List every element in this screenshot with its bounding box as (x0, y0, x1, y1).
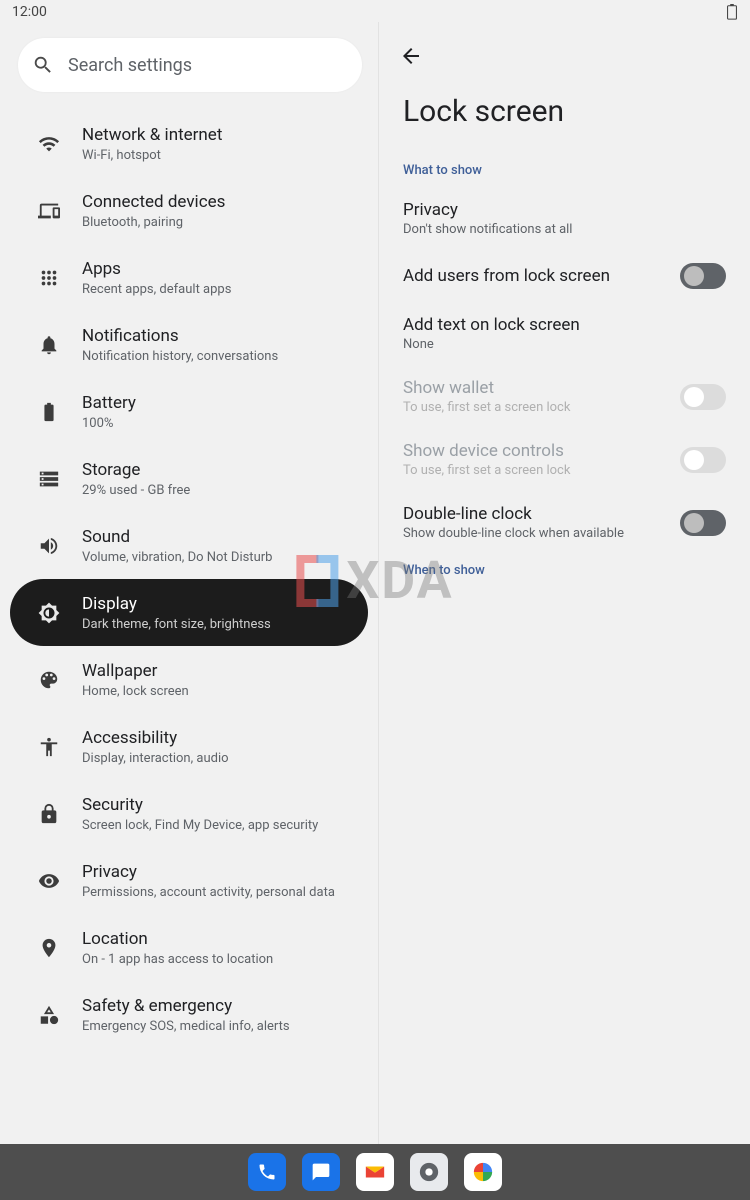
accessibility-icon (36, 736, 62, 758)
palette-icon (36, 669, 62, 691)
sidebar-item-safety[interactable]: Safety & emergencyEmergency SOS, medical… (10, 981, 368, 1048)
battery-status-icon (726, 4, 738, 20)
sidebar-item-network[interactable]: Network & internetWi-Fi, hotspot (10, 110, 368, 177)
section-when-to-show: When to show (379, 555, 750, 588)
emergency-icon (36, 1004, 62, 1026)
brightness-icon (36, 602, 62, 624)
row-add-text[interactable]: Add text on lock screen None (379, 303, 750, 366)
row-double-clock[interactable]: Double-line clock Show double-line clock… (379, 492, 750, 555)
dock (0, 1144, 750, 1200)
toggle-show-wallet (680, 384, 726, 410)
sidebar-item-wallpaper[interactable]: WallpaperHome, lock screen (10, 646, 368, 713)
toggle-show-controls (680, 447, 726, 473)
apps-icon (36, 267, 62, 289)
sidebar-item-battery[interactable]: Battery100% (10, 378, 368, 445)
page-title: Lock screen (379, 94, 750, 155)
sidebar-item-apps[interactable]: AppsRecent apps, default apps (10, 244, 368, 311)
back-button[interactable] (399, 53, 423, 72)
sidebar-item-sound[interactable]: SoundVolume, vibration, Do Not Disturb (10, 512, 368, 579)
sidebar-item-location[interactable]: LocationOn - 1 app has access to locatio… (10, 914, 368, 981)
privacy-icon (36, 870, 62, 892)
row-show-wallet: Show wallet To use, first set a screen l… (379, 366, 750, 429)
search-settings[interactable]: Search settings (18, 38, 362, 92)
wifi-icon (36, 133, 62, 155)
status-bar: 12:00 (0, 0, 750, 22)
status-icons (726, 4, 738, 20)
bell-icon (36, 334, 62, 356)
toggle-double-clock[interactable] (680, 510, 726, 536)
dock-phone[interactable] (248, 1153, 286, 1191)
dock-chrome[interactable] (410, 1153, 448, 1191)
row-show-controls: Show device controls To use, first set a… (379, 429, 750, 492)
storage-icon (36, 468, 62, 490)
sidebar-item-connected[interactable]: Connected devicesBluetooth, pairing (10, 177, 368, 244)
arrow-back-icon (399, 44, 423, 68)
sidebar-item-storage[interactable]: Storage29% used - GB free (10, 445, 368, 512)
sidebar-item-notifications[interactable]: NotificationsNotification history, conve… (10, 311, 368, 378)
sidebar-item-accessibility[interactable]: AccessibilityDisplay, interaction, audio (10, 713, 368, 780)
detail-pane: Lock screen What to show Privacy Don't s… (378, 22, 750, 1144)
devices-icon (36, 200, 62, 222)
sidebar-item-security[interactable]: SecurityScreen lock, Find My Device, app… (10, 780, 368, 847)
dock-photos[interactable] (464, 1153, 502, 1191)
dock-messages[interactable] (302, 1153, 340, 1191)
toggle-add-users[interactable] (680, 263, 726, 289)
status-time: 12:00 (12, 4, 47, 20)
lock-icon (36, 803, 62, 825)
search-placeholder: Search settings (68, 55, 192, 76)
sidebar-item-privacy[interactable]: PrivacyPermissions, account activity, pe… (10, 847, 368, 914)
location-icon (36, 937, 62, 959)
row-add-users[interactable]: Add users from lock screen (379, 251, 750, 303)
row-privacy[interactable]: Privacy Don't show notifications at all (379, 188, 750, 251)
sound-icon (36, 535, 62, 557)
dock-gmail[interactable] (356, 1153, 394, 1191)
search-icon (32, 54, 54, 76)
settings-sidebar: Search settings Network & internetWi-Fi,… (0, 22, 378, 1144)
battery-icon (36, 401, 62, 423)
section-what-to-show: What to show (379, 155, 750, 188)
sidebar-item-display[interactable]: DisplayDark theme, font size, brightness (10, 579, 368, 646)
